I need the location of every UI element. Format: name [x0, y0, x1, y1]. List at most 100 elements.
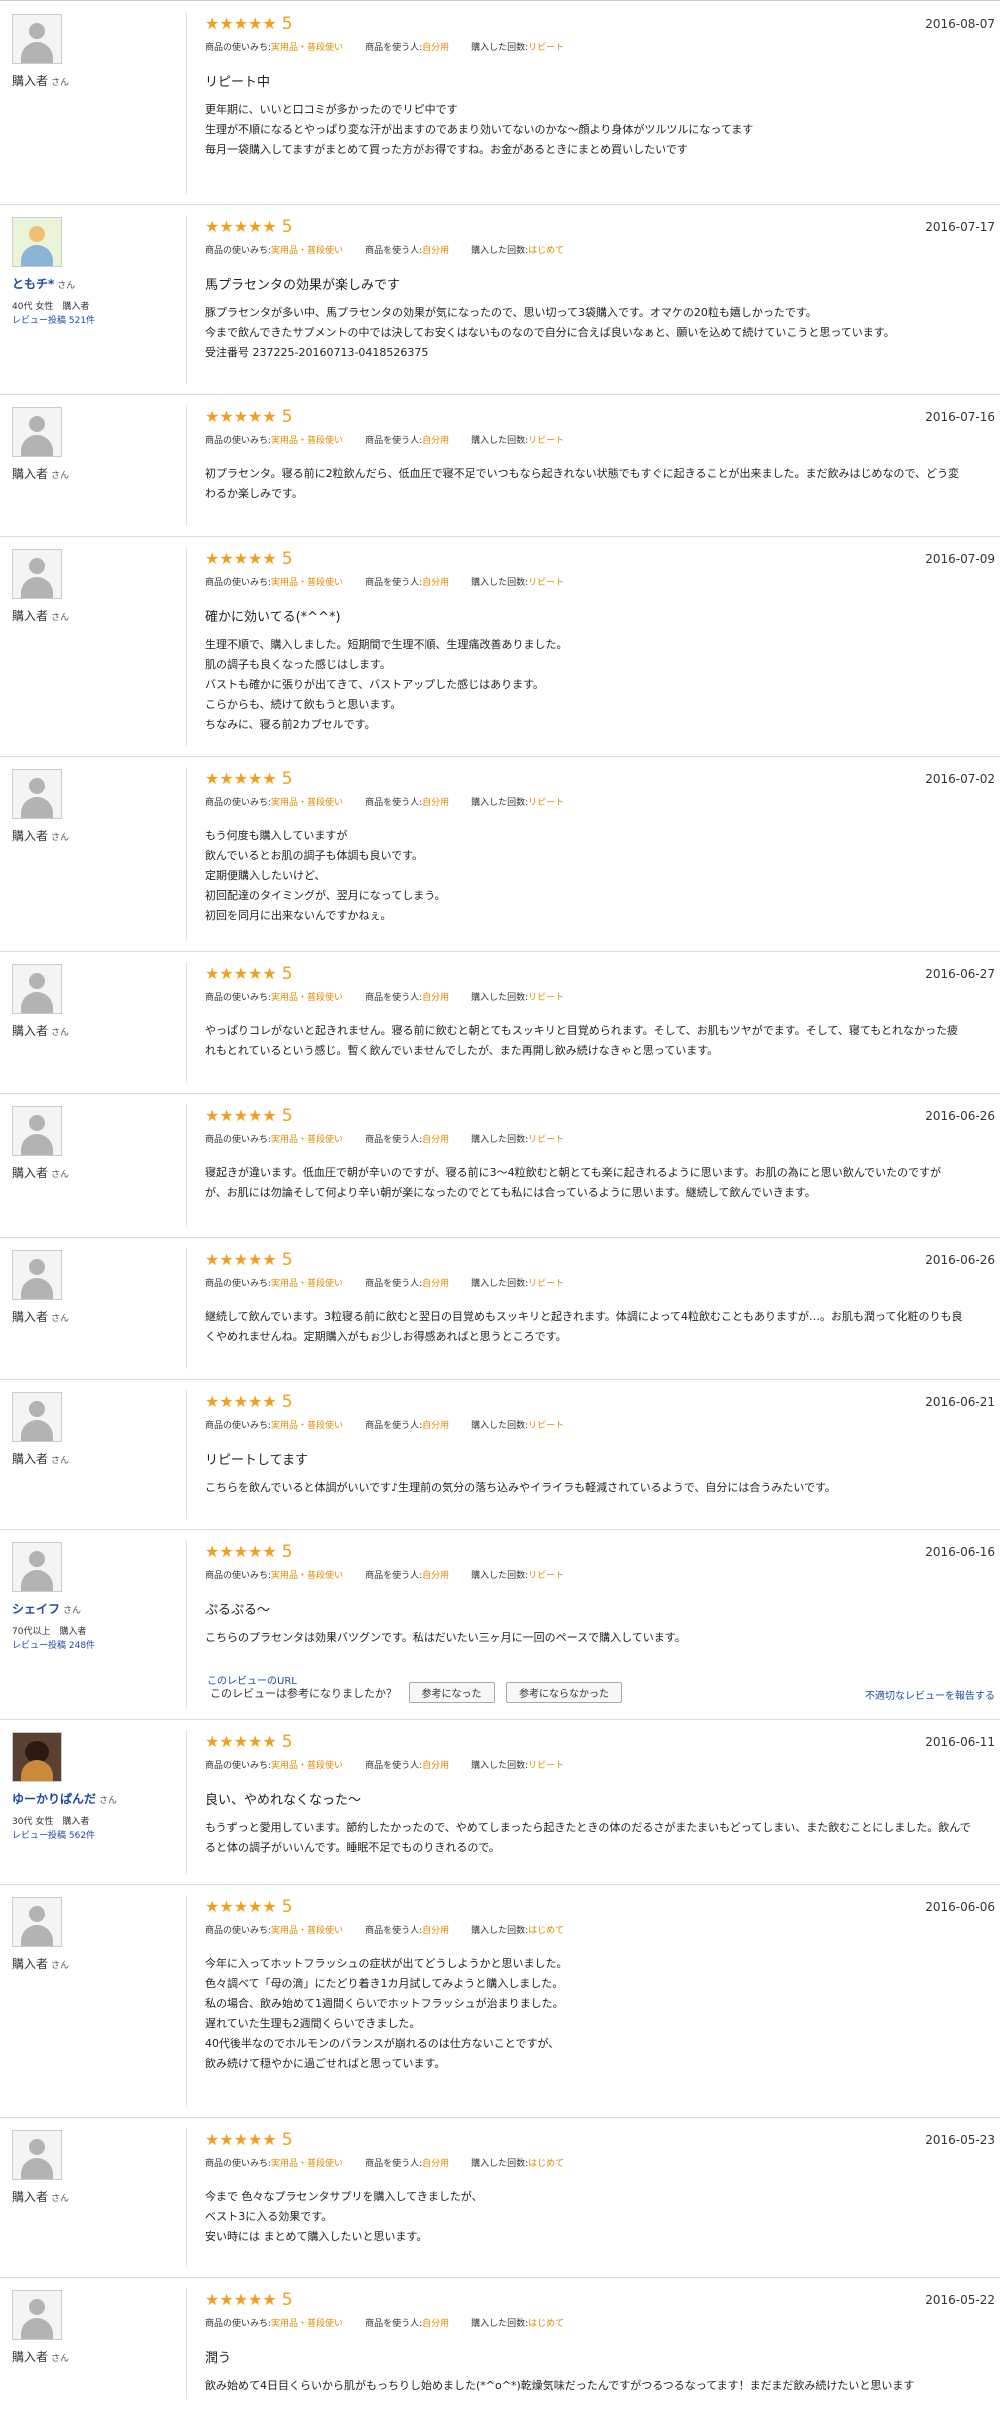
reviewer: 購入者 さん [12, 1250, 177, 1325]
review-content: ★★★★★ 5 2016-06-26 商品の使いみち:実用品・普段使い 商品を使う人… [205, 1106, 995, 1203]
rating-score: 5 [281, 1542, 293, 1562]
rating-score: 5 [281, 964, 293, 984]
helpful-question: このレビューは参考になりましたか？ [210, 1687, 397, 1700]
avatar[interactable] [12, 1542, 62, 1592]
review-tags: 商品の使いみち:実用品・普段使い 商品を使う人:自分用 購入した回数:はじめて [205, 2159, 565, 2169]
star-rating-icon: ★★★★★ [205, 1250, 277, 1269]
divider [186, 1248, 187, 1369]
review-title: 良い、やめれなくなった〜 [205, 1793, 362, 1808]
reviewer: ともチ* さん 40代 女性 購入者 レビュー投稿 521件 [12, 217, 177, 328]
reviewer-meta: 40代 女性 購入者 レビュー投稿 521件 [12, 300, 177, 328]
review-content: ★★★★★ 5 2016-05-23 商品の使いみち:実用品・普段使い 商品を使う人… [205, 2130, 995, 2247]
review-tags: 商品の使いみち:実用品・普段使い 商品を使う人:自分用 購入した回数:リピート [205, 1421, 565, 1431]
review-date: 2016-06-27 [925, 967, 995, 981]
avatar[interactable] [12, 1732, 62, 1782]
reviewer-name-link[interactable]: ともチ* さん [12, 275, 177, 292]
report-review-link[interactable]: 不適切なレビューを報告する [865, 1687, 995, 1702]
review-date: 2016-06-11 [925, 1735, 995, 1749]
divider [186, 962, 187, 1083]
reviewer: 購入者 さん [12, 2290, 177, 2365]
review-date: 2016-06-21 [925, 1395, 995, 1409]
reviewer-name: 購入者 さん [12, 467, 70, 481]
review-tags: 商品の使いみち:実用品・普段使い 商品を使う人:自分用 購入した回数:リピート [205, 798, 565, 808]
reviewer-name: 購入者 さん [12, 1024, 70, 1038]
divider [186, 547, 187, 746]
review-count-link[interactable]: レビュー投稿 521件 [12, 314, 177, 328]
helpful-no-button[interactable]: 参考にならなかった [506, 1682, 622, 1703]
rating-score: 5 [281, 1732, 293, 1752]
star-rating-icon: ★★★★★ [205, 1732, 277, 1751]
review-content: ★★★★★ 5 2016-07-09 商品の使いみち:実用品・普段使い 商品を使う人… [205, 549, 995, 735]
reviewer-name-link[interactable]: ゆーかりぱんだ さん [12, 1790, 177, 1807]
review-tags: 商品の使いみち:実用品・普段使い 商品を使う人:自分用 購入した回数:リピート [205, 1279, 565, 1289]
reviewer: ゆーかりぱんだ さん 30代 女性 購入者 レビュー投稿 562件 [12, 1732, 177, 1843]
star-rating-icon: ★★★★★ [205, 2290, 277, 2309]
review-item: 購入者 さん ★★★★★ 5 2016-06-21 商品の使いみち:実用品・普段使い… [0, 1380, 1000, 1530]
review-content: ★★★★★ 5 2016-06-26 商品の使いみち:実用品・普段使い 商品を使う人… [205, 1250, 995, 1347]
rating-score: 5 [281, 407, 293, 427]
avatar [12, 964, 62, 1014]
reviewer-name-link[interactable]: シェイフ さん [12, 1600, 177, 1617]
star-rating-icon: ★★★★★ [205, 1542, 277, 1561]
review-item: ともチ* さん 40代 女性 購入者 レビュー投稿 521件 ★★★★★ 5 2016… [0, 205, 1000, 395]
avatar [12, 2290, 62, 2340]
review-item: 購入者 さん ★★★★★ 5 2016-06-26 商品の使いみち:実用品・普段使い… [0, 1094, 1000, 1238]
review-tags: 商品の使いみち:実用品・普段使い 商品を使う人:自分用 購入した回数:リピート [205, 1135, 565, 1145]
review-content: ★★★★★ 5 2016-06-06 商品の使いみち:実用品・普段使い 商品を使う人… [205, 1897, 995, 2074]
star-rating-icon: ★★★★★ [205, 769, 277, 788]
divider [186, 2288, 187, 2399]
avatar [12, 549, 62, 599]
review-title: リピート中 [205, 75, 271, 90]
avatar [12, 769, 62, 819]
review-title: 馬プラセンタの効果が楽しみです [205, 278, 401, 293]
review-body: こちらのプラセンタは効果バツグンです。私はだいたい三ヶ月に一回のペースで購入して… [205, 1631, 686, 1644]
rating-score: 5 [281, 14, 293, 34]
review-content: ★★★★★ 5 2016-06-11 商品の使いみち:実用品・普段使い 商品を使う人… [205, 1732, 995, 1858]
rating-score: 5 [281, 2290, 293, 2310]
review-body: 初プラセンタ。寝る前に2粒飲んだら、低血圧で寝不足でいつもなら起きれない状態でも… [205, 467, 960, 500]
top-divider [0, 0, 1000, 1]
reviewer-name: 購入者 さん [12, 609, 70, 623]
review-date: 2016-07-17 [925, 220, 995, 234]
divider [186, 1895, 187, 2107]
reviewer: 購入者 さん [12, 769, 177, 844]
review-date: 2016-06-26 [925, 1109, 995, 1123]
review-tags: 商品の使いみち:実用品・普段使い 商品を使う人:自分用 購入した回数:リピート [205, 1761, 565, 1771]
review-tags: 商品の使いみち:実用品・普段使い 商品を使う人:自分用 購入した回数:リピート [205, 43, 565, 53]
reviewer: 購入者 さん [12, 549, 177, 624]
review-count-link[interactable]: レビュー投稿 248件 [12, 1639, 177, 1653]
review-tags: 商品の使いみち:実用品・普段使い 商品を使う人:自分用 購入した回数:リピート [205, 1571, 565, 1581]
reviewer: 購入者 さん [12, 14, 177, 89]
star-rating-icon: ★★★★★ [205, 217, 277, 236]
review-date: 2016-06-16 [925, 1545, 995, 1559]
review-count-link[interactable]: レビュー投稿 562件 [12, 1829, 177, 1843]
review-body: 生理不順で、購入しました。短期間で生理不順、生理痛改善ありました。 肌の調子も良… [205, 638, 568, 731]
star-rating-icon: ★★★★★ [205, 14, 277, 33]
review-item: ゆーかりぱんだ さん 30代 女性 購入者 レビュー投稿 562件 ★★★★★ 5 2… [0, 1720, 1000, 1885]
divider [186, 12, 187, 194]
reviewer-name: 購入者 さん [12, 1957, 70, 1971]
review-tags: 商品の使いみち:実用品・普段使い 商品を使う人:自分用 購入した回数:はじめて [205, 246, 565, 256]
rating-score: 5 [281, 1250, 293, 1270]
review-item: 購入者 さん ★★★★★ 5 2016-08-07 商品の使いみち:実用品・普段使い… [0, 2, 1000, 205]
review-item: 購入者 さん ★★★★★ 5 2016-05-22 商品の使いみち:実用品・普段使い… [0, 2278, 1000, 2409]
review-tags: 商品の使いみち:実用品・普段使い 商品を使う人:自分用 購入した回数:リピート [205, 436, 565, 446]
review-date: 2016-07-16 [925, 410, 995, 424]
avatar[interactable] [12, 217, 62, 267]
review-body: やっぱりコレがないと起きれません。寝る前に飲むと朝とてもスッキリと目覚められます… [205, 1024, 959, 1057]
review-item: 購入者 さん ★★★★★ 5 2016-07-09 商品の使いみち:実用品・普段使い… [0, 537, 1000, 757]
divider [186, 405, 187, 526]
divider [186, 1104, 187, 1227]
reviewer: シェイフ さん 70代以上 購入者 レビュー投稿 248件 [12, 1542, 177, 1653]
review-content: ★★★★★ 5 2016-06-21 商品の使いみち:実用品・普段使い 商品を使う人… [205, 1392, 995, 1498]
review-body: もう何度も購入していますが 飲んでいるとお肌の調子も体調も良いです。 定期便購入… [205, 829, 446, 922]
review-content: ★★★★★ 5 2016-07-02 商品の使いみち:実用品・普段使い 商品を使う人… [205, 769, 995, 926]
review-body: 今年に入ってホットフラッシュの症状が出てどうしようかと思いました。 色々調べて「… [205, 1957, 568, 2070]
helpful-yes-button[interactable]: 参考になった [408, 1682, 495, 1703]
review-body: 飲み始めて4日目くらいから肌がもっちりし始めました(*^o^*)乾燥気味だったん… [205, 2379, 915, 2392]
review-date: 2016-07-09 [925, 552, 995, 566]
review-item: 購入者 さん ★★★★★ 5 2016-06-26 商品の使いみち:実用品・普段使い… [0, 1238, 1000, 1380]
rating-score: 5 [281, 2130, 293, 2150]
star-rating-icon: ★★★★★ [205, 1106, 277, 1125]
review-content: ★★★★★ 5 2016-07-17 商品の使いみち:実用品・普段使い 商品を使う人… [205, 217, 995, 363]
